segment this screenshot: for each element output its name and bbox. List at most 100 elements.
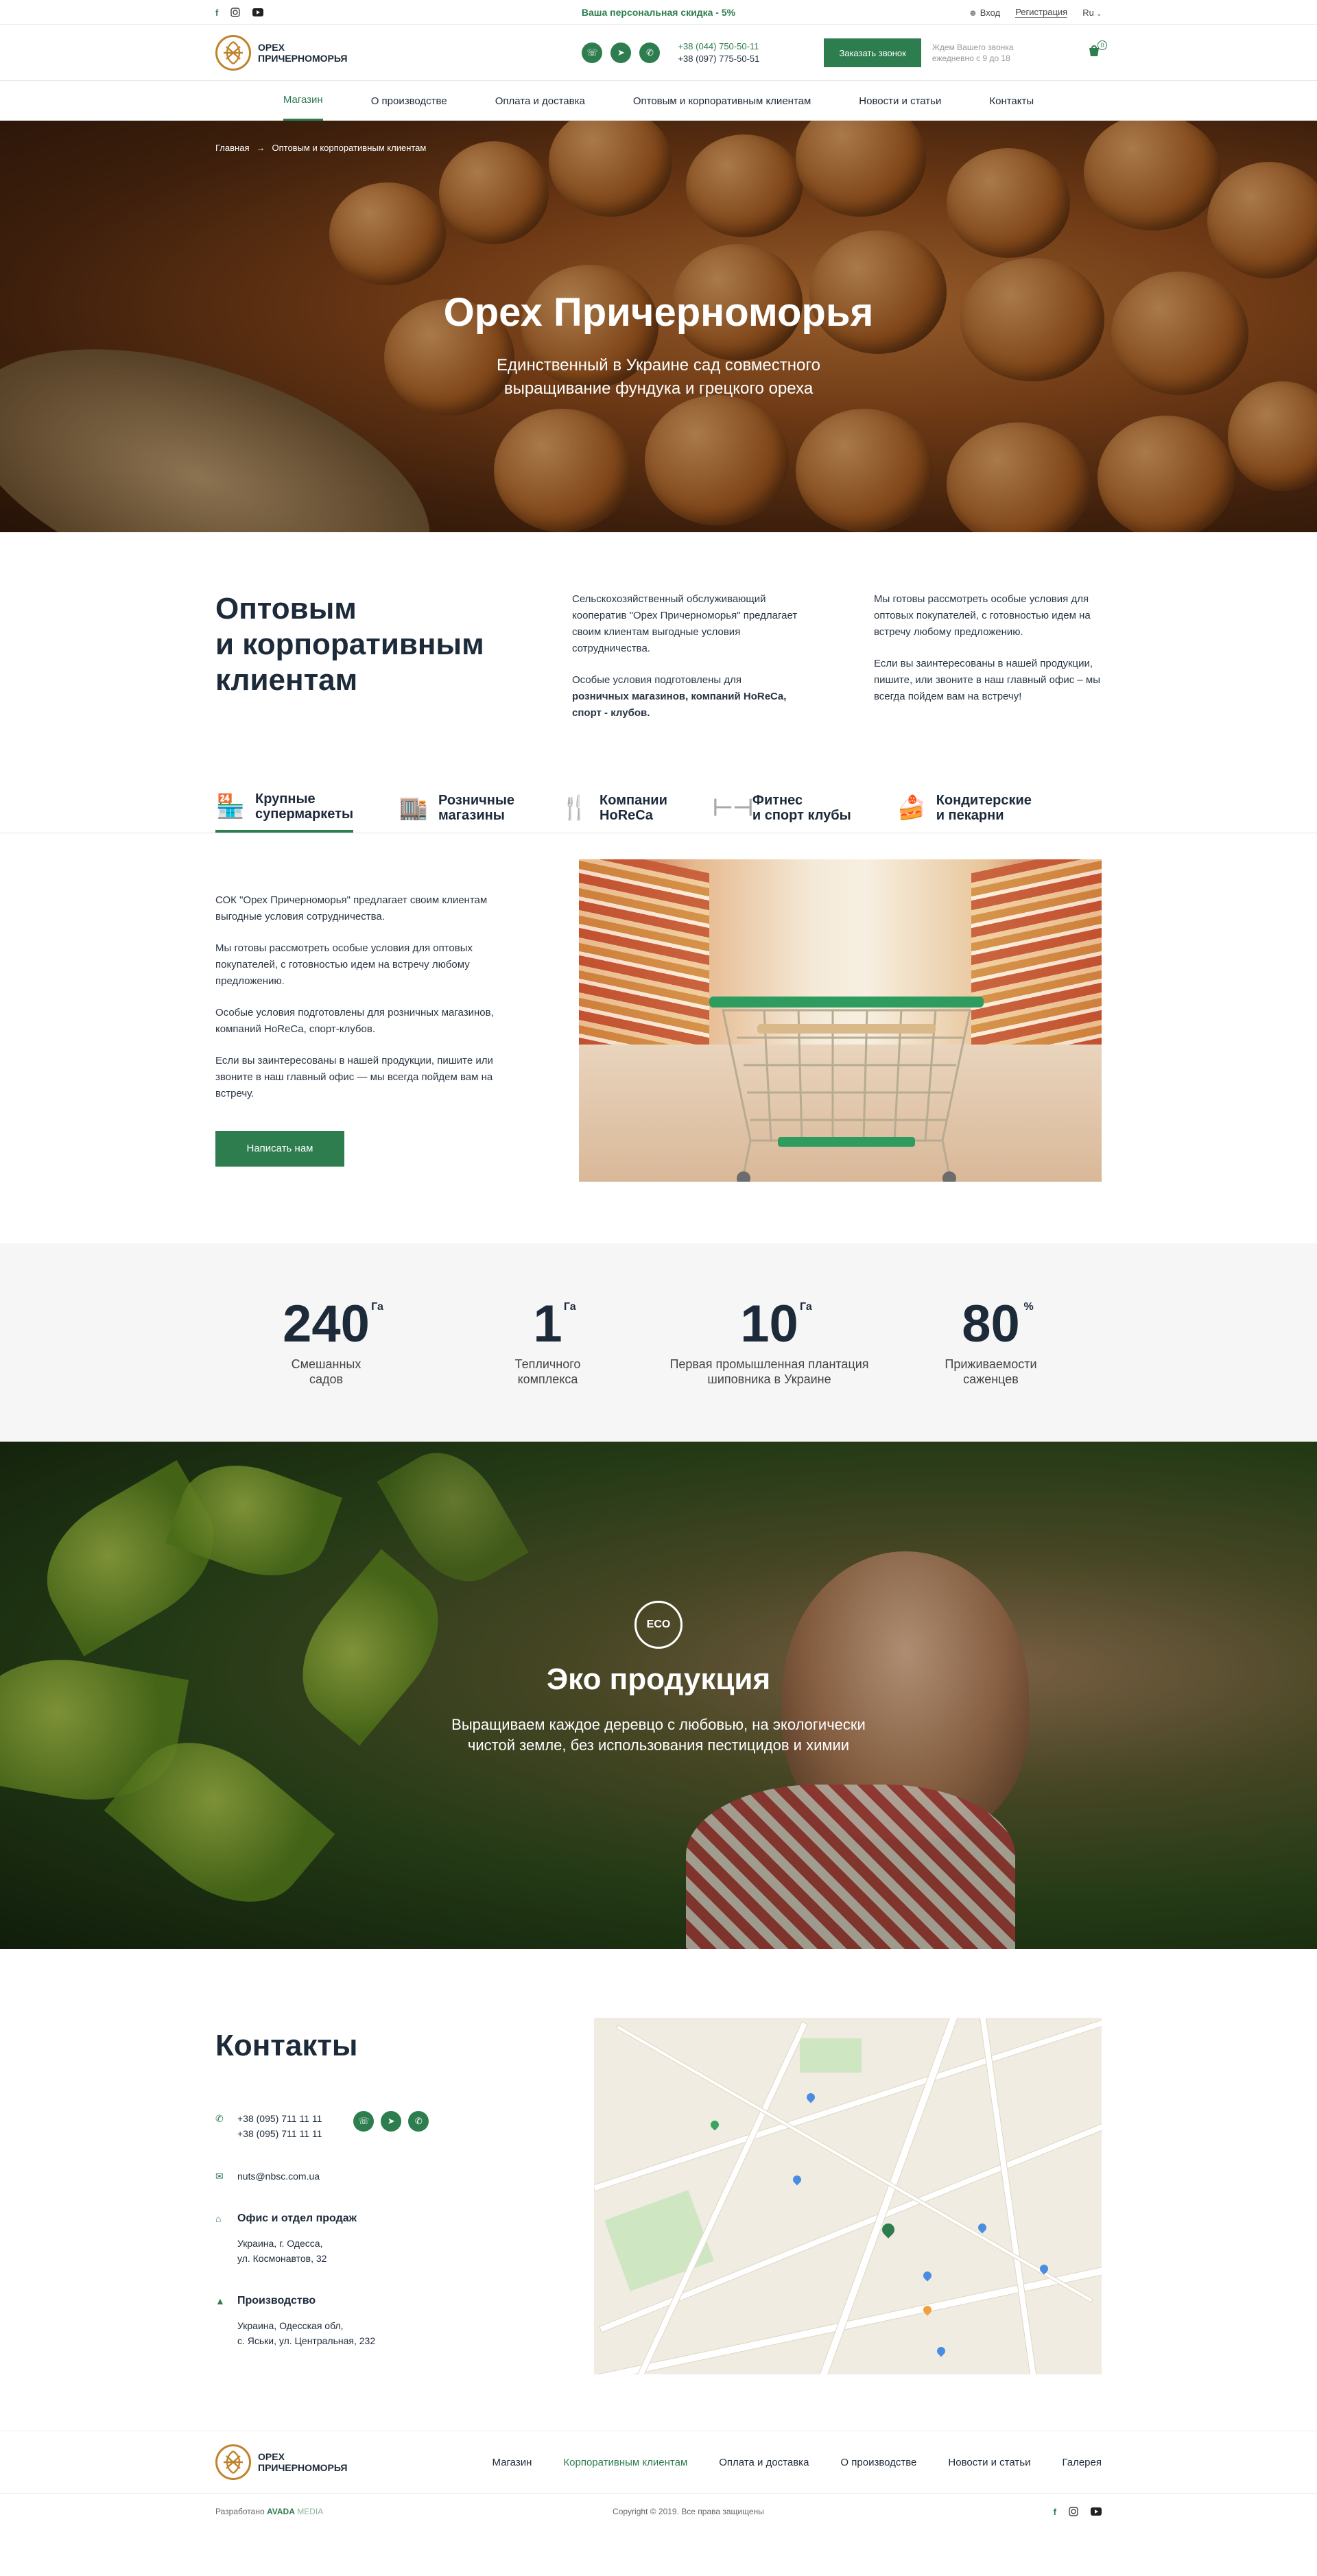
tab-supermarkets-label: Крупные супермаркеты (255, 791, 353, 822)
nav-production[interactable]: О производстве (371, 81, 447, 121)
phone-icon: ✆ (215, 2113, 224, 2124)
contacts-section: Контакты ✆ +38 (095) 711 11 11 +38 (095)… (0, 1949, 1317, 2431)
footer-nav-corporate[interactable]: Корпоративным клиентам (563, 2457, 687, 2468)
developer-credit[interactable]: Разработано AVADA MEDIA (215, 2507, 323, 2516)
footer-social-links: f (1054, 2507, 1102, 2517)
logo-line-1: ОРЕХ (258, 2451, 285, 2462)
login-link[interactable]: ☻ Вход (968, 8, 1000, 18)
instagram-icon[interactable] (230, 8, 241, 17)
write-us-button[interactable]: Написать нам (215, 1131, 344, 1167)
wholesale-col1-p1: Сельскохозяйственный обслуживающий коопе… (572, 593, 798, 654)
eco-subtitle-line-2: чистой земле, без использования пестицид… (467, 1737, 850, 1754)
cart-button[interactable]: 0 (1087, 40, 1107, 62)
arrow-right-icon: → (256, 143, 265, 153)
footer-nav-payment[interactable]: Оплата и доставка (719, 2457, 809, 2468)
tab-bakeries[interactable]: 🍰 Кондитерские и пекарни (897, 791, 1032, 833)
language-select[interactable]: Ru ⌄ (1082, 8, 1102, 18)
stat-number: 80% (962, 1294, 1034, 1354)
stat-survival-rate: 80% Приживаемости саженцев (888, 1294, 1094, 1387)
contacts-title: Контакты (215, 2029, 358, 2062)
tab-label-line: супермаркеты (255, 807, 354, 822)
office-address-1: Украина, г. Одесса, (237, 2238, 323, 2249)
stat-greenhouse: 1 Га Тепличного комплекса (445, 1294, 651, 1387)
header: ОРЕХ ПРИЧЕРНОМОРЬЯ ☏ ➤ ✆ +38 (044) 750-5… (0, 25, 1317, 81)
telegram-icon[interactable]: ➤ (610, 43, 632, 63)
facebook-icon[interactable]: f (1054, 2507, 1056, 2517)
whatsapp-icon[interactable]: ✆ (639, 43, 661, 63)
stat-mixed-gardens: 240 Га Смешанных садов (224, 1294, 429, 1387)
instagram-icon[interactable] (1069, 2507, 1078, 2516)
viber-icon[interactable]: ☏ (353, 2111, 375, 2132)
tree-icon: ▲ (215, 2295, 225, 2306)
stat-value: 80 (962, 1295, 1020, 1353)
wholesale-col1-p2-text: Особые условия подготовлены для (572, 674, 741, 686)
facebook-icon[interactable]: f (215, 8, 218, 18)
stat-unit: Га (371, 1301, 383, 1313)
footer-nav-gallery[interactable]: Галерея (1062, 2457, 1102, 2468)
client-type-tabs: 🏪 Крупные супермаркеты 🏬 Розничные магазин… (0, 791, 1317, 833)
contact-phone-2[interactable]: +38 (095) 711 11 11 (237, 2126, 322, 2141)
logo-line-2: ПРИЧЕРНОМОРЬЯ (258, 53, 348, 64)
contact-phone-1[interactable]: +38 (095) 711 11 11 (237, 2111, 322, 2126)
logo-icon (215, 35, 251, 71)
order-call-button[interactable]: Заказать звонок (824, 38, 921, 67)
tab-supermarkets[interactable]: 🏪 Крупные супермаркеты (215, 791, 354, 833)
footer-logo[interactable]: ОРЕХ ПРИЧЕРНОМОРЬЯ (215, 2444, 347, 2480)
contacts-info: Контакты ✆ +38 (095) 711 11 11 +38 (095)… (215, 2018, 545, 2376)
stat-unit: % (1023, 1301, 1034, 1313)
footer-nav-production[interactable]: О производстве (840, 2457, 916, 2468)
contact-office: ⌂ Офис и отдел продаж Украина, г. Одесса… (215, 2211, 545, 2266)
nav-payment-delivery[interactable]: Оплата и доставка (495, 81, 585, 121)
tab-label-line: Розничные (438, 793, 515, 808)
logo-line-2: ПРИЧЕРНОМОРЬЯ (258, 2462, 348, 2473)
tab-label-line: Фитнес (752, 793, 803, 808)
production-address-1: Украина, Одесская обл, (237, 2320, 344, 2331)
tab-paragraph-4: Если вы заинтересованы в нашей продукции… (215, 1055, 493, 1099)
wholesale-col1-p2: Особые условия подготовлены для розничны… (572, 672, 798, 721)
youtube-icon[interactable] (1090, 2507, 1102, 2516)
contact-phones: ✆ +38 (095) 711 11 11 +38 (095) 711 11 1… (215, 2111, 545, 2141)
footer-nav-shop[interactable]: Магазин (493, 2457, 532, 2468)
office-address-2: ул. Космонавтов, 32 (237, 2253, 327, 2264)
contact-email-link[interactable]: nuts@nbsc.com.ua (237, 2169, 320, 2184)
viber-icon[interactable]: ☏ (582, 43, 603, 63)
stat-label-line: Приживаемости (945, 1357, 1037, 1371)
supermarket-cart-image (579, 859, 1102, 1182)
whatsapp-icon[interactable]: ✆ (408, 2111, 429, 2132)
phone-2[interactable]: +38 (097) 775-50-51 (678, 53, 759, 65)
tab-horeca[interactable]: 🍴 Компании HoReCa (560, 791, 667, 833)
nav-wholesale[interactable]: Оптовым и корпоративным клиентам (633, 81, 811, 121)
copyright: Copyright © 2019. Все права защищены (613, 2507, 764, 2516)
tab-fitness-label: Фитнес и спорт клубы (752, 793, 851, 823)
location-map[interactable] (594, 2018, 1102, 2374)
phone-1-text: +38 (044) 750-50-11 (678, 41, 759, 51)
nav-contacts[interactable]: Контакты (989, 81, 1034, 121)
nav-news[interactable]: Новости и статьи (859, 81, 941, 121)
tab-retail-stores[interactable]: 🏬 Розничные магазины (399, 791, 514, 833)
stat-label: Приживаемости саженцев (888, 1357, 1094, 1387)
youtube-icon[interactable] (252, 8, 264, 16)
tab-label-line: Кондитерские (936, 793, 1032, 808)
tab-fitness[interactable]: ⊢⊣ Фитнес и спорт клубы (713, 791, 851, 833)
tab-retail-label: Розничные магазины (438, 793, 514, 823)
store-icon: 🏬 (399, 795, 429, 821)
nav-shop[interactable]: Магазин (283, 81, 323, 121)
dev-prefix: Разработано (215, 2507, 265, 2516)
cart-count: 0 (1098, 40, 1107, 50)
contact-messengers: ☏ ➤ ✆ (353, 2111, 429, 2141)
breadcrumb-home[interactable]: Главная (215, 143, 249, 153)
restaurant-icon: 🍴 (560, 795, 590, 821)
footer-nav-news[interactable]: Новости и статьи (948, 2457, 1030, 2468)
hero-subtitle-line-2: выращивание фундука и грецкого ореха (503, 379, 814, 398)
login-label: Вход (980, 7, 1001, 18)
phone-1[interactable]: +38 (044) 750-50-11 (678, 40, 759, 53)
register-link[interactable]: Регистрация (1015, 7, 1068, 18)
telegram-icon[interactable]: ➤ (381, 2111, 402, 2132)
stat-label-line: Смешанных (291, 1357, 361, 1371)
contact-production: ▲ Производство Украина, Одесская обл, с.… (215, 2293, 545, 2348)
header-phones: +38 (044) 750-50-11 +38 (097) 775-50-51 (678, 40, 759, 65)
supermarket-icon: 🏪 (215, 794, 246, 820)
wholesale-title-line-1: Оптовым (215, 592, 357, 625)
logo[interactable]: ОРЕХ ПРИЧЕРНОМОРЬЯ (215, 35, 347, 71)
stat-unit: Га (800, 1301, 812, 1313)
